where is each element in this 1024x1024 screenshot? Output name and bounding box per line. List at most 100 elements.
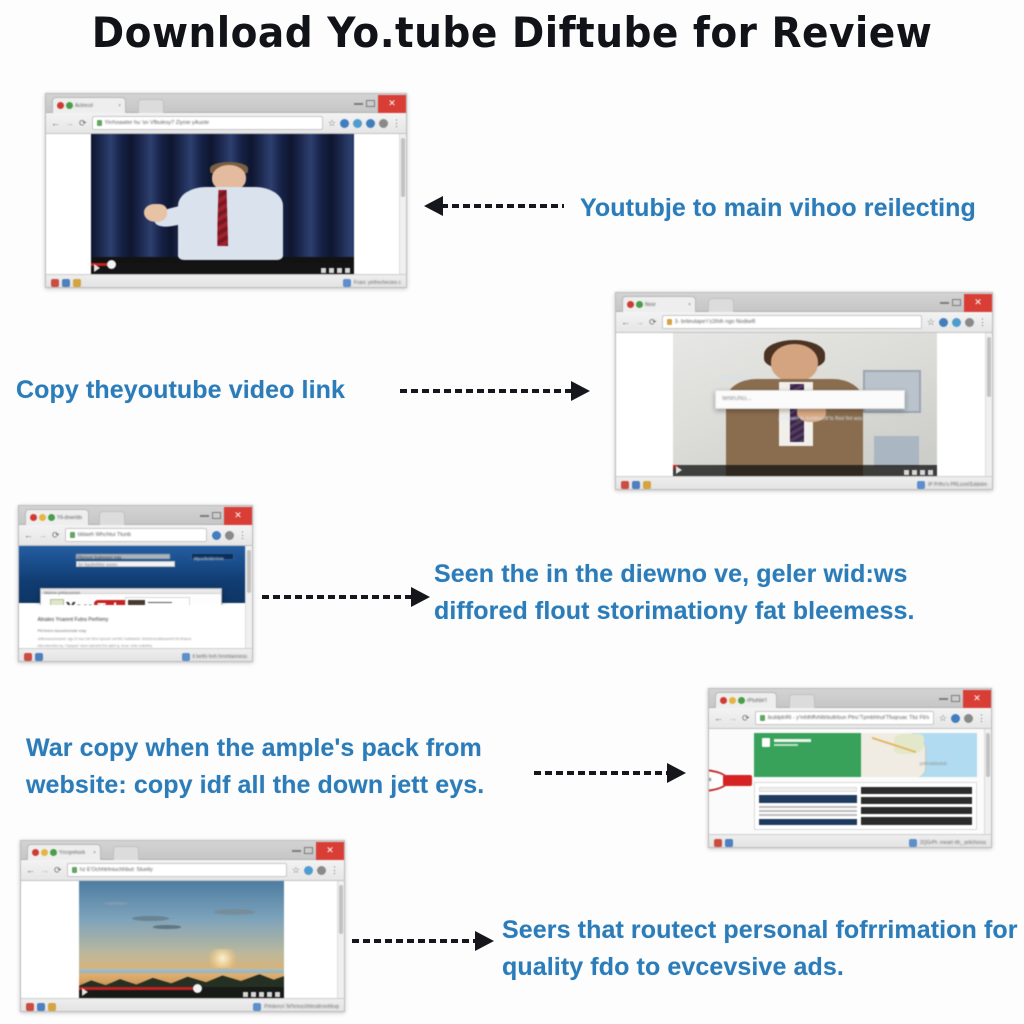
video-stage-1[interactable] xyxy=(91,134,354,274)
fullscreen-icon[interactable] xyxy=(345,268,350,273)
extension-icon-1[interactable] xyxy=(304,865,313,875)
scrollbar-thumb[interactable] xyxy=(247,550,251,593)
back-icon[interactable]: ← xyxy=(621,317,630,327)
toolbar-icons-1[interactable]: ☆ ⋮ xyxy=(328,118,401,128)
browser-tab-5[interactable]: Yrrcqrehork × xyxy=(27,844,101,860)
forward-icon[interactable]: → xyxy=(728,713,737,723)
scrollbar-thumb[interactable] xyxy=(339,885,343,935)
extension-icon-2[interactable] xyxy=(952,317,961,327)
tab-close-icon[interactable]: × xyxy=(93,850,96,856)
menu-icon[interactable]: ⋮ xyxy=(978,317,987,327)
address-bar-4[interactable]: ikublplriRi - y'mhlhffvhlitrbultrbun Ptn… xyxy=(754,711,934,725)
reload-icon[interactable]: ⟳ xyxy=(79,118,87,128)
star-icon[interactable]: ☆ xyxy=(292,865,300,875)
back-icon[interactable]: ← xyxy=(24,530,33,540)
scrollbar-thumb[interactable] xyxy=(401,138,405,197)
menu-icon[interactable]: ⋮ xyxy=(977,713,986,723)
table-row[interactable] xyxy=(860,807,972,815)
forward-icon[interactable]: → xyxy=(65,118,74,128)
list-item[interactable] xyxy=(759,795,857,803)
menu-icon[interactable]: ⋮ xyxy=(238,530,247,540)
player-controls-5[interactable] xyxy=(79,984,284,998)
browser-tab-2[interactable]: Noor × xyxy=(622,296,696,312)
toolbar-icons-3[interactable]: ⋮ xyxy=(212,530,247,540)
minimize-icon[interactable] xyxy=(939,697,948,700)
table-row[interactable] xyxy=(860,817,972,825)
progress-bar-5[interactable] xyxy=(79,984,202,993)
close-icon[interactable]: ✕ xyxy=(224,506,252,525)
video-player-2[interactable]: ffz0di rfcihi* fehtrUhG... jmihtrwre fu … xyxy=(673,333,937,476)
reload-icon[interactable]: ⟳ xyxy=(742,713,750,723)
minimize-icon[interactable] xyxy=(292,849,301,852)
maximize-icon[interactable] xyxy=(951,695,960,702)
close-icon[interactable]: ✕ xyxy=(378,94,406,113)
table-row[interactable] xyxy=(860,786,972,794)
extension-icon-1[interactable] xyxy=(212,530,221,540)
video-stage-2[interactable]: ffz0di rfcihi* fehtrUhG... jmihtrwre fu … xyxy=(673,333,937,476)
window-controls-5[interactable]: ✕ xyxy=(292,841,344,860)
scrollbar-5[interactable] xyxy=(337,881,344,998)
address-bar-3[interactable]: bblaeh Whchtui Ttunb xyxy=(64,528,207,542)
minimize-icon[interactable] xyxy=(940,301,949,304)
forward-icon[interactable]: → xyxy=(635,317,644,327)
settings-icon[interactable] xyxy=(329,268,334,273)
reload-icon[interactable]: ⟳ xyxy=(649,317,657,327)
toolbar-5[interactable]: ← → ⟳ hz E'Ochhtrtniuchhbut: Slueily ☆ ⋮ xyxy=(21,860,344,881)
player-right-controls-5[interactable] xyxy=(243,992,280,997)
close-icon[interactable]: ✕ xyxy=(316,841,344,860)
profile-icon[interactable] xyxy=(964,713,973,723)
profile-icon[interactable] xyxy=(379,118,388,128)
extension-icon-2[interactable] xyxy=(353,118,362,128)
overlay-input-field[interactable]: fehtrUhG... xyxy=(715,390,906,409)
new-tab-button[interactable] xyxy=(113,846,139,860)
scrollbar-thumb[interactable] xyxy=(987,337,991,398)
toolbar-icons-5[interactable]: ☆ ⋮ xyxy=(292,865,339,875)
volume-icon[interactable] xyxy=(321,268,326,273)
forward-icon[interactable]: → xyxy=(40,865,49,875)
reload-icon[interactable]: ⟳ xyxy=(54,865,62,875)
scrollbar-thumb[interactable] xyxy=(986,733,990,778)
new-tab-button[interactable] xyxy=(708,298,734,312)
subtitles-icon[interactable] xyxy=(251,992,256,997)
maximize-icon[interactable] xyxy=(952,299,961,306)
menu-icon[interactable]: ⋮ xyxy=(392,118,401,128)
video-stage-5[interactable] xyxy=(79,881,284,998)
scrollbar-1[interactable] xyxy=(399,134,406,274)
map-widget[interactable]: ymhndebotuh xyxy=(861,733,977,778)
player-right-controls-2[interactable] xyxy=(904,470,933,475)
back-icon[interactable]: ← xyxy=(714,713,723,723)
star-icon[interactable]: ☆ xyxy=(328,118,336,128)
browser-tab-3[interactable]: Yti-dowrido xyxy=(25,509,89,525)
browser-window-4[interactable]: rPtuhbir'l ✕ ← → ⟳ ikublplriRi - y'mhlhf… xyxy=(708,688,992,848)
fullscreen-icon[interactable] xyxy=(275,992,280,997)
browser-window-1[interactable]: Aclrecol × ✕ ← → ⟳ Yirrhoawter hu 'sn Vf… xyxy=(45,93,407,288)
address-bar-1[interactable]: Yirrhoawter hu 'sn Vfbulesy? Ziynie yAuo… xyxy=(91,116,323,130)
list-item[interactable] xyxy=(759,818,857,825)
minimize-icon[interactable] xyxy=(354,102,363,105)
reload-icon[interactable]: ⟳ xyxy=(52,530,60,540)
table-row[interactable] xyxy=(860,796,972,805)
hero-download-button[interactable]: Myucbrsbrrinre xyxy=(190,553,234,561)
profile-icon[interactable] xyxy=(965,317,974,327)
forward-icon[interactable]: → xyxy=(38,530,47,540)
profile-icon[interactable] xyxy=(225,530,234,540)
toolbar-icons-4[interactable]: ☆ ⋮ xyxy=(939,713,986,723)
theater-icon[interactable] xyxy=(337,268,342,273)
volume-icon[interactable] xyxy=(904,470,909,475)
browser-window-5[interactable]: Yrrcqrehork × ✕ ← → ⟳ hz E'Ochhtrtniuchh… xyxy=(20,840,345,1012)
window-controls-4[interactable]: ✕ xyxy=(939,689,991,708)
hero-search-input[interactable]: bz bgolnrbtre vooru xyxy=(75,560,175,567)
player-controls-2[interactable] xyxy=(673,465,937,476)
minimize-icon[interactable] xyxy=(200,514,209,517)
extension-icon-1[interactable] xyxy=(951,713,960,723)
theater-icon[interactable] xyxy=(920,470,925,475)
close-icon[interactable]: ✕ xyxy=(963,689,991,708)
browser-window-3[interactable]: Yti-dowrido ✕ ← → ⟳ bblaeh Whchtui Ttunb… xyxy=(18,505,253,662)
profile-icon[interactable] xyxy=(317,865,326,875)
close-icon[interactable]: ✕ xyxy=(964,293,992,312)
window-controls-2[interactable]: ✕ xyxy=(940,293,992,312)
volume-icon[interactable] xyxy=(243,992,248,997)
maximize-icon[interactable] xyxy=(212,512,221,519)
toolbar-icons-2[interactable]: ☆ ⋮ xyxy=(927,317,987,327)
green-info-panel[interactable] xyxy=(754,733,862,778)
